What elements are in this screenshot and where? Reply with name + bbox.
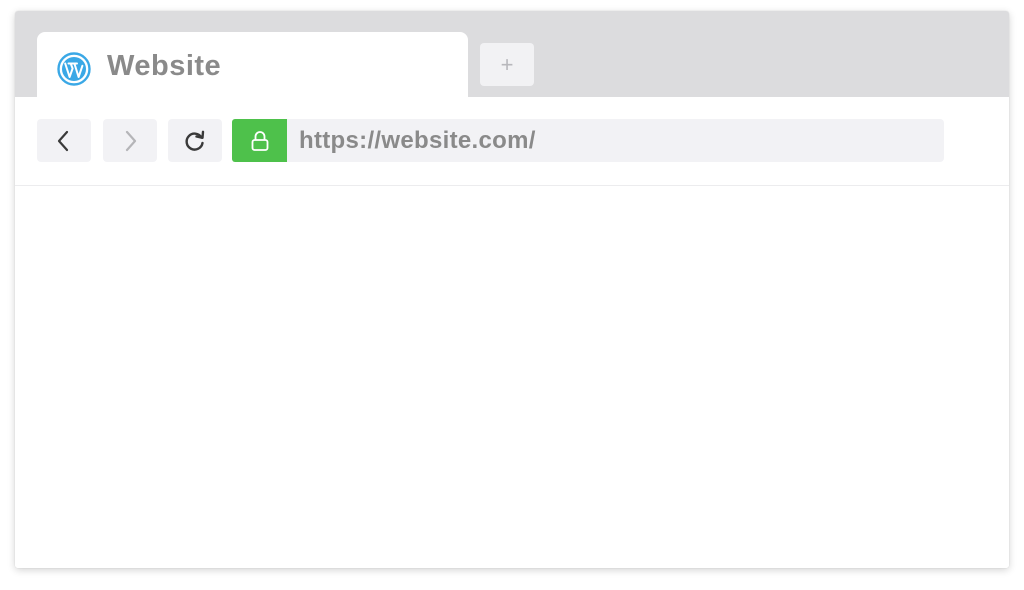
reload-icon [185,130,205,151]
chevron-left-icon [57,130,69,151]
wordpress-icon [57,52,91,86]
tab-website[interactable]: Website [37,32,468,98]
new-tab-button[interactable]: + [480,43,534,86]
address-bar[interactable]: https://website.com/ [287,119,944,162]
lock-icon [251,130,268,151]
page-content-area [15,186,1009,568]
tab-title: Website [107,50,222,82]
tab-bar: Website + [15,11,1009,98]
plus-icon: + [500,51,514,77]
browser-window: Website + https://website.com/ [15,11,1009,568]
forward-button[interactable] [103,119,157,162]
chevron-right-icon [125,130,137,151]
navigation-toolbar: https://website.com/ [15,97,1009,186]
secure-connection-indicator[interactable] [232,119,287,162]
url-text: https://website.com/ [299,126,536,154]
reload-button[interactable] [168,119,222,162]
back-button[interactable] [37,119,91,162]
